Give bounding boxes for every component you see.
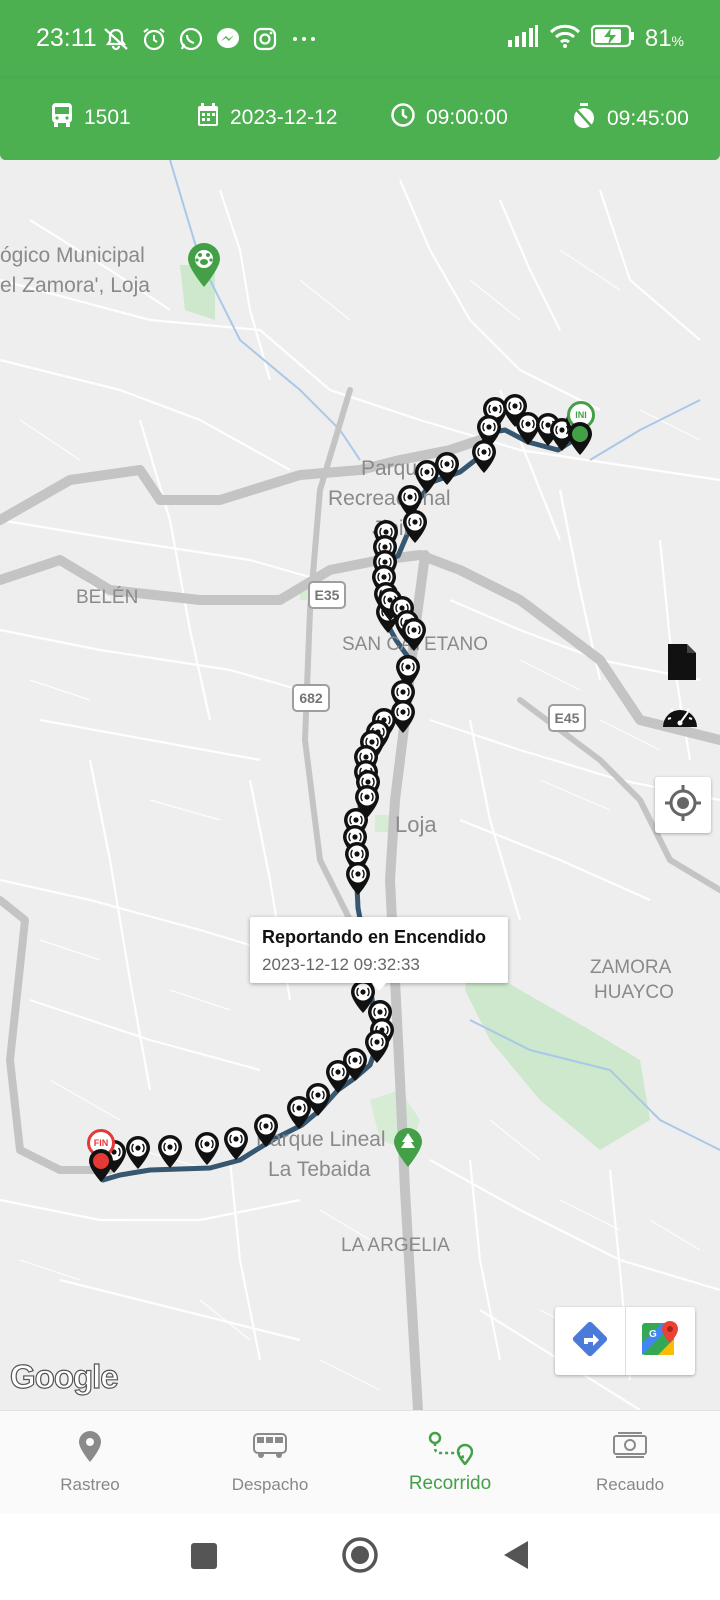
info-window-title: Reportando en Encendido: [262, 927, 487, 947]
route-event-marker[interactable]: [194, 1132, 220, 1166]
vehicle-info: 1501: [50, 102, 131, 134]
my-location-button[interactable]: [655, 777, 711, 833]
route-map[interactable]: ógico Municipal el Zamora', Loja Parque …: [0, 160, 720, 1410]
battery-percent: 81%: [644, 24, 684, 52]
road-shield-e35: E35: [308, 581, 346, 609]
end-time: 09:45:00: [607, 107, 689, 130]
start-time: 09:00:00: [426, 106, 508, 129]
status-time: 23:11: [36, 24, 97, 52]
recents-button[interactable]: [190, 1542, 218, 1575]
map-label-loja: Loja: [395, 812, 437, 837]
directions-button[interactable]: [555, 1307, 625, 1375]
map-label-huayco: HUAYCO: [594, 982, 674, 1003]
system-navigation-bar: [0, 1514, 720, 1600]
route-event-marker[interactable]: [471, 440, 497, 474]
road-shield-682: 682: [292, 684, 330, 712]
google-maps-icon: G: [640, 1319, 680, 1364]
battery-charging-icon: [590, 24, 635, 53]
route-event-marker[interactable]: [253, 1114, 279, 1148]
map-label-zoo-2: el Zamora', Loja: [0, 274, 150, 297]
zoo-pin-icon: [186, 242, 222, 293]
nav-recaudo[interactable]: Recaudo: [540, 1411, 720, 1515]
mute-icon: [102, 26, 130, 57]
route-event-marker[interactable]: [125, 1136, 151, 1170]
route-event-marker[interactable]: [286, 1096, 312, 1130]
end-marker-pin-icon[interactable]: [88, 1149, 114, 1183]
bottom-navigation: Rastreo Despacho Recorrido Recaudo: [0, 1410, 720, 1515]
trip-date: 2023-12-12: [230, 106, 338, 129]
whatsapp-icon: [178, 26, 204, 57]
google-logo: Google: [9, 1357, 119, 1395]
open-google-maps-button[interactable]: G: [624, 1307, 696, 1375]
report-button[interactable]: [662, 642, 702, 686]
instagram-icon: [252, 26, 278, 57]
route-event-marker[interactable]: [401, 618, 427, 652]
calendar-icon: [196, 102, 220, 134]
route-event-marker[interactable]: [157, 1135, 183, 1169]
end-marker-label: FIN: [93, 1138, 109, 1148]
document-icon: [667, 643, 697, 686]
speedometer-icon: [660, 697, 700, 738]
status-bar: 23:11 81%: [0, 0, 720, 78]
map-label-argelia: LA ARGELIA: [341, 1235, 450, 1256]
route-event-marker[interactable]: [434, 452, 460, 486]
crosshair-icon: [663, 783, 703, 828]
alarm-icon: [141, 26, 167, 57]
start-time-info: 09:00:00: [390, 102, 508, 134]
nav-rastreo[interactable]: Rastreo: [0, 1411, 180, 1515]
route-event-marker[interactable]: [402, 510, 428, 544]
route-event-marker[interactable]: [345, 862, 371, 896]
back-button[interactable]: [502, 1540, 530, 1575]
timer-off-icon: [571, 102, 597, 136]
route-event-marker[interactable]: [223, 1127, 249, 1161]
nav-despacho[interactable]: Despacho: [180, 1411, 360, 1515]
nav-recaudo-label: Recaudo: [595, 1475, 665, 1494]
location-pin-icon: [78, 1431, 102, 1465]
bus-icon: [252, 1431, 288, 1465]
start-marker-label: INI: [575, 410, 587, 420]
cash-icon: [612, 1431, 648, 1465]
map-label-zoo: ógico Municipal: [0, 244, 145, 267]
bus-icon: [50, 102, 74, 134]
date-info: 2023-12-12: [196, 102, 337, 134]
map-label-zamora: ZAMORA: [590, 957, 672, 978]
nav-recorrido[interactable]: Recorrido: [360, 1411, 540, 1515]
directions-icon: [571, 1320, 609, 1363]
park-tree-icon: [393, 1128, 423, 1173]
road-shield-e45: E45: [548, 704, 586, 732]
map-label-belen: BELÉN: [76, 587, 139, 608]
start-marker-pin-icon[interactable]: [567, 422, 593, 456]
speed-button[interactable]: [658, 695, 702, 739]
signal-icon: [507, 25, 539, 52]
more-icon: [289, 26, 319, 57]
route-icon: [427, 1431, 474, 1466]
info-window-timestamp: 2023-12-12 09:32:33: [262, 955, 420, 974]
wifi-icon: [549, 24, 581, 53]
messenger-icon: [215, 26, 241, 57]
nav-despacho-label: Despacho: [231, 1475, 309, 1494]
map-label-lineal-2: La Tebaida: [268, 1158, 371, 1181]
svg-text:G: G: [649, 1329, 657, 1340]
clock-icon: [390, 102, 416, 134]
nav-recorrido-label: Recorrido: [408, 1473, 492, 1494]
end-time-info: 09:45:00: [571, 102, 689, 136]
trip-info-bar: 1501 2023-12-12 09:00:00 09:45:00: [0, 78, 720, 160]
map-toolbar: G: [555, 1307, 695, 1375]
home-button[interactable]: [341, 1536, 379, 1579]
nav-rastreo-label: Rastreo: [60, 1475, 120, 1494]
vehicle-number: 1501: [84, 106, 131, 129]
marker-info-window[interactable]: Reportando en Encendido 2023-12-12 09:32…: [250, 917, 508, 991]
